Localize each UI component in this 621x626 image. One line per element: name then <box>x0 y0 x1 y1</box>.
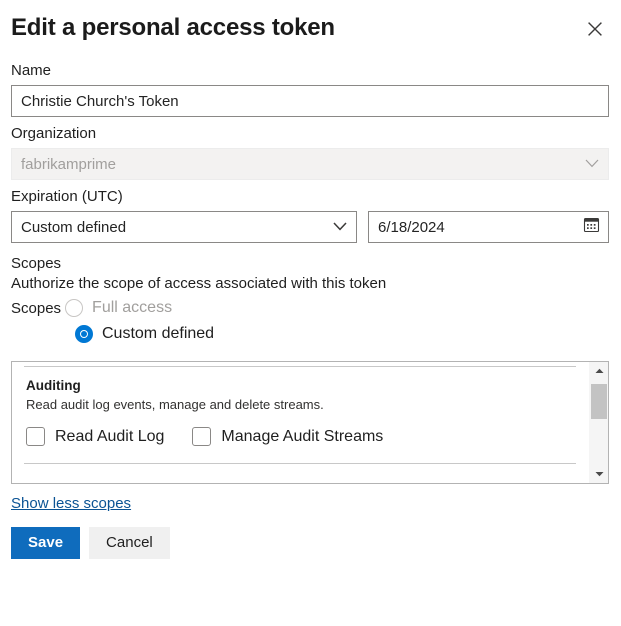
radio-custom-defined-label: Custom defined <box>102 325 214 343</box>
close-icon <box>587 21 603 37</box>
checkbox-manage-audit-streams[interactable]: Manage Audit Streams <box>192 427 383 446</box>
checkbox-read-audit-log[interactable]: Read Audit Log <box>26 427 164 446</box>
chevron-down-icon <box>333 218 347 236</box>
scope-list-panel: Auditing Read audit log events, manage a… <box>11 361 609 484</box>
checkbox-label: Read Audit Log <box>55 428 164 446</box>
scope-divider <box>24 463 576 464</box>
expiration-row: Custom defined 6/18/2024 <box>11 211 610 243</box>
radio-option-custom-defined[interactable]: Custom defined <box>11 321 610 347</box>
checkbox-control[interactable] <box>26 427 45 446</box>
scopes-heading: Scopes <box>11 254 610 273</box>
organization-field-group: Organization fabrikamprime <box>11 125 610 180</box>
radio-custom-defined-control[interactable] <box>75 325 93 343</box>
scope-group-auditing: Auditing Read audit log events, manage a… <box>12 367 588 446</box>
expiration-preset-select[interactable]: Custom defined <box>11 211 357 243</box>
radio-option-full-access[interactable]: Scopes Full access <box>11 295 610 321</box>
scopes-inline-label: Scopes <box>11 300 61 317</box>
save-button[interactable]: Save <box>11 527 80 559</box>
checkbox-control[interactable] <box>192 427 211 446</box>
scroll-down-arrow-icon[interactable] <box>589 465 609 483</box>
checkbox-label: Manage Audit Streams <box>221 428 383 446</box>
cancel-button[interactable]: Cancel <box>89 527 170 559</box>
expiration-preset-value: Custom defined <box>21 219 126 236</box>
dialog-header: Edit a personal access token <box>11 0 610 54</box>
expiration-date-value: 6/18/2024 <box>378 219 445 236</box>
name-field-group: Name <box>11 62 610 117</box>
scopes-radio-group: Scopes Full access Custom defined <box>11 295 610 347</box>
name-input[interactable] <box>11 85 609 117</box>
expiration-date-field[interactable]: 6/18/2024 <box>368 211 609 243</box>
page-title: Edit a personal access token <box>11 14 335 40</box>
scrollbar-thumb[interactable] <box>591 384 607 419</box>
expiration-label: Expiration (UTC) <box>11 188 610 206</box>
close-button[interactable] <box>580 14 610 44</box>
radio-full-access-control[interactable] <box>65 299 83 317</box>
radio-full-access-label: Full access <box>92 299 172 317</box>
show-less-scopes-link[interactable]: Show less scopes <box>11 495 131 512</box>
name-label: Name <box>11 62 610 80</box>
chevron-down-icon <box>585 155 599 173</box>
scope-group-description: Read audit log events, manage and delete… <box>26 396 574 413</box>
expiration-field-group: Expiration (UTC) Custom defined 6/18/202… <box>11 188 610 243</box>
scope-group-title: Auditing <box>26 378 574 394</box>
scope-list-scrollbar[interactable] <box>588 362 608 483</box>
organization-select: fabrikamprime <box>11 148 609 180</box>
calendar-icon[interactable] <box>583 216 600 238</box>
scope-scroll-area: Auditing Read audit log events, manage a… <box>12 362 588 483</box>
scroll-up-arrow-icon[interactable] <box>589 362 609 380</box>
edit-personal-access-token-dialog: Edit a personal access token Name Organi… <box>0 0 621 626</box>
organization-label: Organization <box>11 125 610 143</box>
scopes-description: Authorize the scope of access associated… <box>11 273 610 294</box>
scope-checkbox-row: Read Audit Log Manage Audit Streams <box>26 427 574 446</box>
organization-value: fabrikamprime <box>21 156 116 173</box>
dialog-footer: Save Cancel <box>11 527 610 559</box>
